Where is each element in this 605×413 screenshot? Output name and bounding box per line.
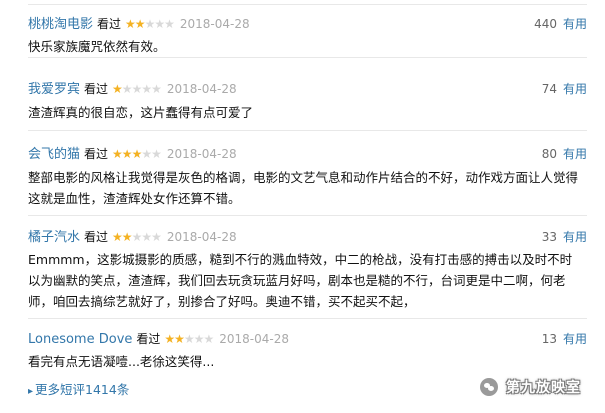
star-filled-icon: ★ [134,17,146,31]
rating-stars: ★★★★★ [112,227,162,247]
star-filled-icon: ★ [112,147,123,161]
watched-label: 看过 [97,17,122,31]
review-item: 橘子汽水 看过 ★★★★★ 2018-04-28 33 有用 Emmmm，这影城摄影的质… [28,227,587,319]
vote-count: 33 [541,230,557,244]
vote-area: 13 有用 [542,329,587,349]
reviewer-name[interactable]: 桃桃淘电影 [28,17,93,32]
star-empty-icon: ★ [141,147,152,161]
star-filled-icon: ★ [121,147,133,161]
star-filled-icon: ★ [131,147,143,161]
review-divider [28,130,587,131]
star-empty-icon: ★ [151,82,162,96]
review-content: 渣渣辉真的很自恋，这片蠢得有点可爱了 [28,105,254,120]
star-empty-icon: ★ [154,17,165,31]
more-reviews-link[interactable]: ▸ 更多短评1414条 [28,379,129,398]
star-empty-icon: ★ [203,332,214,346]
reviewer-name[interactable]: 会飞的猫 [28,147,80,162]
star-empty-icon: ★ [131,230,143,244]
vote-count: 74 [541,82,557,96]
review-divider [28,57,587,58]
vote-area: 440 有用 [534,14,587,34]
rating-stars: ★★★★★ [164,329,214,349]
review-date: 2018-04-28 [179,17,250,31]
star-empty-icon: ★ [141,82,152,96]
rating-stars: ★★★★★ [125,14,175,34]
star-empty-icon: ★ [131,82,143,96]
reviewer-name[interactable]: 我爱罗宾 [28,82,80,97]
vote-count: 440 [534,17,557,31]
star-filled-icon: ★ [164,332,175,346]
review-meta: 桃桃淘电影 看过 ★★★★★ 2018-04-28 440 有用 [28,14,587,34]
useful-button[interactable]: 有用 [563,147,587,161]
review-divider [28,318,587,319]
review-content: 整部电影的风格让我觉得是灰色的格调，电影的文艺气息和动作片结合的不好，动作戏方面… [28,170,579,206]
star-filled-icon: ★ [174,332,185,346]
useful-button[interactable]: 有用 [563,230,587,244]
reviewer-name[interactable]: 橘子汽水 [28,230,80,245]
wechat-icon [480,378,498,396]
review-date: 2018-04-28 [219,332,289,346]
review-item: 我爱罗宾 看过 ★★★★★ 2018-04-28 74 有用 渣渣辉真的很自恋，这片蠢得… [28,79,587,131]
useful-button[interactable]: 有用 [563,82,587,96]
review-meta: 我爱罗宾 看过 ★★★★★ 2018-04-28 74 有用 [28,79,587,99]
rating-stars: ★★★★★ [112,79,162,99]
star-filled-icon: ★ [121,230,133,244]
vote-count: 13 [541,332,557,346]
review-content: 看完有点无语凝噎...老徐这笑得... [28,354,215,369]
star-empty-icon: ★ [164,17,175,31]
rating-stars: ★★★★★ [112,144,162,164]
watched-label: 看过 [84,230,109,244]
useful-button[interactable]: 有用 [563,17,587,31]
review-content: 快乐家族魔咒依然有效。 [28,39,166,54]
watermark: 第九放映室 [480,376,581,398]
review-divider [28,215,587,216]
useful-button[interactable]: 有用 [563,332,587,346]
top-divider [28,4,587,5]
review-date: 2018-04-28 [166,147,237,161]
reviewer-name[interactable]: Lonesome Dove [28,332,132,347]
star-empty-icon: ★ [151,147,162,161]
review-date: 2018-04-28 [166,230,237,244]
review-content: Emmmm，这影城摄影的质感，糙到不行的溅血特效，中二的枪战，没有打击感的搏击以… [28,252,573,309]
star-empty-icon: ★ [141,230,152,244]
star-filled-icon: ★ [112,82,123,96]
star-empty-icon: ★ [183,332,195,346]
watched-label: 看过 [84,147,109,161]
review-meta: 会飞的猫 看过 ★★★★★ 2018-04-28 80 有用 [28,144,587,164]
watermark-text: 第九放映室 [506,380,581,396]
watched-label: 看过 [84,82,109,96]
review-item: 会飞的猫 看过 ★★★★★ 2018-04-28 80 有用 整部电影的风格让我觉得是灰… [28,144,587,216]
review-item: 桃桃淘电影 看过 ★★★★★ 2018-04-28 440 有用 快乐家族魔咒依然有效。 [28,14,587,58]
vote-count: 80 [541,147,557,161]
star-empty-icon: ★ [151,230,162,244]
star-filled-icon: ★ [112,230,123,244]
vote-area: 33 有用 [542,227,587,247]
review-meta: Lonesome Dove 看过 ★★★★★ 2018-04-28 13 有用 [28,329,587,349]
star-empty-icon: ★ [144,17,156,31]
vote-area: 80 有用 [542,144,587,164]
review-item: Lonesome Dove 看过 ★★★★★ 2018-04-28 13 有用 看完有点… [28,329,587,373]
star-filled-icon: ★ [125,17,136,31]
vote-area: 74 有用 [542,79,587,99]
star-empty-icon: ★ [193,332,205,346]
review-date: 2018-04-28 [166,82,237,96]
more-reviews-label: 更多短评1414条 [35,382,130,397]
watched-label: 看过 [136,332,161,346]
arrow-right-icon: ▸ [28,386,34,397]
review-meta: 橘子汽水 看过 ★★★★★ 2018-04-28 33 有用 [28,227,587,247]
star-empty-icon: ★ [121,82,133,96]
